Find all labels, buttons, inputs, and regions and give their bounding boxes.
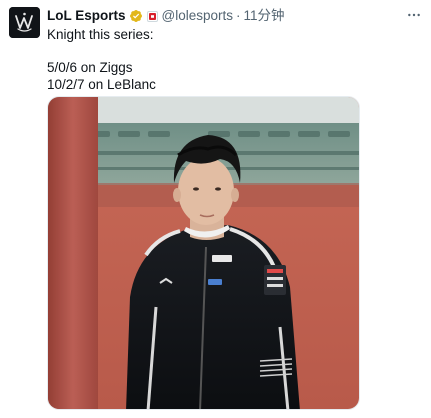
tweet-text-line: 10/2/7 on LeBlanc — [47, 76, 156, 92]
tweet-photo[interactable] — [47, 96, 360, 410]
tweet-text-line — [47, 44, 403, 61]
affiliate-flag-icon[interactable] — [146, 10, 158, 22]
tweet[interactable]: LoL Esports @lolesports · 11分钟 Knight th… — [0, 0, 431, 418]
player-portrait-image — [48, 97, 359, 409]
timestamp[interactable]: 11分钟 — [244, 7, 285, 25]
avatar[interactable] — [9, 7, 40, 38]
handle[interactable]: @lolesports — [162, 7, 233, 25]
tweet-header: LoL Esports @lolesports · 11分钟 — [47, 7, 403, 25]
more-icon — [408, 13, 420, 17]
tweet-text-line: Knight this series: — [47, 27, 154, 42]
verified-badge-icon[interactable] — [129, 9, 143, 23]
more-options-button[interactable] — [405, 6, 423, 24]
lol-esports-logo-icon — [9, 7, 40, 38]
separator: · — [236, 8, 241, 23]
display-name[interactable]: LoL Esports — [47, 7, 126, 25]
tweet-text-line: 5/0/6 on Ziggs — [47, 60, 133, 75]
tweet-text: Knight this series: 5/0/6 on Ziggs 10/2/… — [47, 27, 403, 93]
